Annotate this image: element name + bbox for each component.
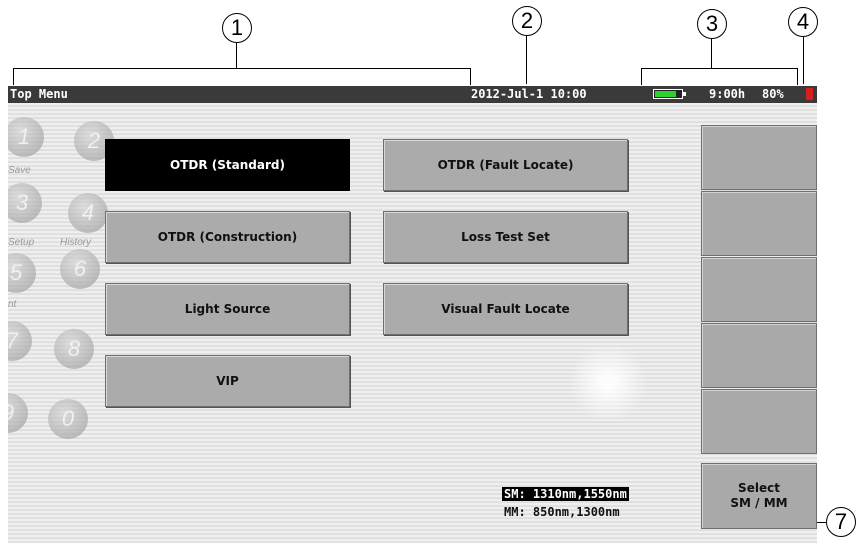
keypad-label-save: Save xyxy=(8,165,31,176)
menu-vip-button[interactable]: VIP xyxy=(105,355,350,407)
main-screen: 1 2 Save 3 4 Setup History 5 6 nt 7 8 9 … xyxy=(8,103,817,543)
keypad-key-6: 6 xyxy=(60,249,100,289)
callout-7: 7 xyxy=(826,507,856,537)
keypad-label-nt: nt xyxy=(8,299,17,310)
callout-4: 4 xyxy=(788,7,818,37)
callout-3-bracket xyxy=(641,68,798,85)
keypad-key-7: 7 xyxy=(8,321,32,361)
battery-percent: 80% xyxy=(762,87,784,101)
menu-visual-fault-locate-button[interactable]: Visual Fault Locate xyxy=(383,283,628,335)
callout-1-bracket xyxy=(13,68,471,85)
battery-icon xyxy=(653,89,686,99)
wavelength-mm: MM: 850nm,1300nm xyxy=(504,505,620,519)
softkey-label-line2: SM / MM xyxy=(730,496,788,510)
datetime: 2012-Jul-1 10:00 xyxy=(471,87,587,101)
menu-light-source-button[interactable]: Light Source xyxy=(105,283,350,335)
menu-otdr-construction-button[interactable]: OTDR (Construction) xyxy=(105,211,350,263)
callout-4-stem xyxy=(803,37,804,84)
ac-plug-icon xyxy=(806,88,813,100)
keypad-key-9: 9 xyxy=(8,393,28,433)
keypad-key-1: 1 xyxy=(8,117,44,157)
keypad-label-setup: Setup xyxy=(8,237,35,248)
softkey-label-line1: Select xyxy=(738,481,780,495)
callout-2-stem xyxy=(526,36,527,84)
softkey-2[interactable] xyxy=(701,191,817,256)
callout-1: 1 xyxy=(222,13,252,43)
softkey-1[interactable] xyxy=(701,125,817,190)
keypad-key-8: 8 xyxy=(54,329,94,369)
menu-loss-test-set-button[interactable]: Loss Test Set xyxy=(383,211,628,263)
wavelength-sm: SM: 1310nm,1550nm xyxy=(502,487,629,501)
callout-3-stem xyxy=(711,39,712,68)
callout-1-stem xyxy=(236,43,237,68)
callout-2: 2 xyxy=(512,6,542,36)
softkey-4[interactable] xyxy=(701,323,817,388)
keypad-label-history: History xyxy=(60,237,92,248)
keypad-key-0: 0 xyxy=(48,399,88,439)
softkey-5[interactable] xyxy=(701,389,817,454)
status-bar: Top Menu 2012-Jul-1 10:00 9:00h 80% xyxy=(8,86,817,103)
battery-runtime: 9:00h xyxy=(709,87,746,101)
keypad-key-5: 5 xyxy=(8,253,36,293)
keypad-key-3: 3 xyxy=(8,183,42,223)
select-sm-mm-softkey[interactable]: Select SM / MM xyxy=(701,463,817,529)
menu-otdr-standard-button[interactable]: OTDR (Standard) xyxy=(105,139,350,191)
keypad-key-4: 4 xyxy=(68,193,108,233)
screen-title: Top Menu xyxy=(10,87,68,101)
menu-otdr-fault-locate-button[interactable]: OTDR (Fault Locate) xyxy=(383,139,628,191)
softkey-3[interactable] xyxy=(701,257,817,322)
callout-3: 3 xyxy=(697,9,727,39)
